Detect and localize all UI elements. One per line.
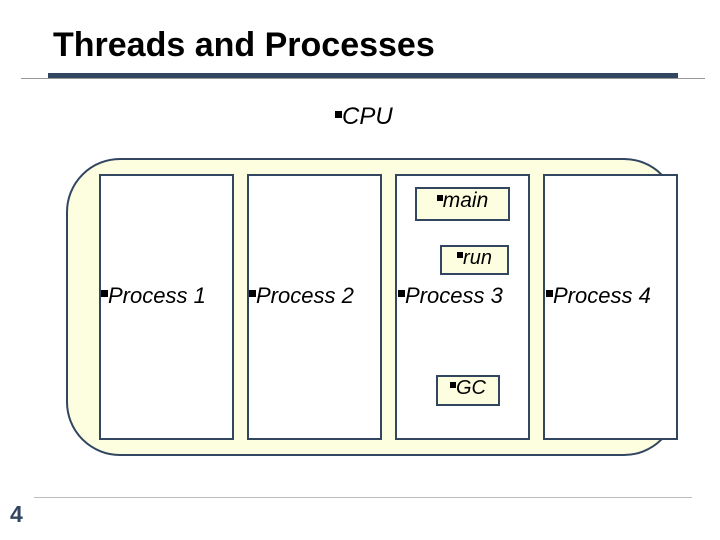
cpu-label-text: CPU [342,103,393,130]
process-2-label: Process 2 [249,285,354,307]
bullet-icon [249,290,256,297]
bullet-icon [101,290,108,297]
slide-title: Threads and Processes [53,26,435,65]
thread-main-text: main [443,189,489,212]
process-3-label: Process 3 [398,285,503,307]
process-2-label-text: Process 2 [256,283,354,308]
cpu-label: CPU [335,105,393,129]
thread-box-run: run [440,245,509,275]
process-1-label-text: Process 1 [108,283,206,308]
footer-rule [34,497,692,498]
thread-gc-text: GC [456,377,486,399]
title-underline-rule [21,78,705,79]
page-number: 4 [10,501,23,528]
slide: Threads and Processes CPU Process 1 Proc… [0,0,720,540]
process-4-label-text: Process 4 [553,283,651,308]
thread-run-text: run [463,247,492,269]
thread-box-gc: GC [436,375,500,406]
bullet-icon [335,111,342,118]
process-1-label: Process 1 [101,285,206,307]
process-3-label-text: Process 3 [405,283,503,308]
process-4-label: Process 4 [546,285,651,307]
thread-box-main: main [415,187,510,221]
bullet-icon [546,290,553,297]
bullet-icon [398,290,405,297]
